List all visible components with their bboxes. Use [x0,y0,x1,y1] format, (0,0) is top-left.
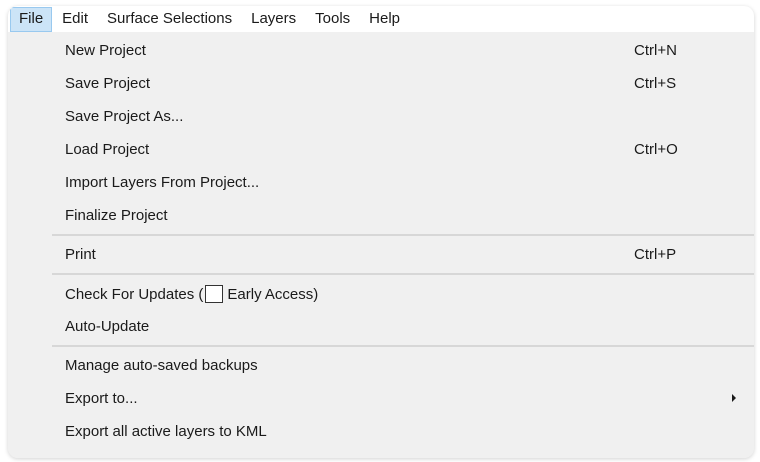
shortcut-text: Ctrl+P [634,246,677,263]
menu-item-save-project[interactable]: Save Project Ctrl+S [8,67,754,100]
menu-item-new-project[interactable]: New Project Ctrl+N [8,34,754,67]
menu-tools[interactable]: Tools [306,7,359,32]
file-dropdown-menu: New Project Ctrl+N Save Project Ctrl+S S… [8,34,754,458]
menu-separator [52,273,754,275]
menu-item-label: Auto-Update [65,318,150,335]
chevron-right-icon [732,394,736,402]
menu-item-label: Save Project As... [65,108,184,125]
menu-layers[interactable]: Layers [242,7,305,32]
shortcut-text: Ctrl+O [634,141,678,158]
menu-item-export-kml[interactable]: Export all active layers to KML [8,415,754,448]
menu-item-check-for-updates[interactable]: Check For Updates ( Early Access) [8,277,754,310]
early-access-label: Early Access) [227,285,319,303]
menu-separator [52,345,754,347]
menu-item-print[interactable]: Print Ctrl+P [8,238,754,271]
menu-item-label: New Project [65,42,146,59]
menu-item-load-project[interactable]: Load Project Ctrl+O [8,133,754,166]
menu-item-label: Load Project [65,141,150,158]
menu-item-label: Manage auto-saved backups [65,357,258,374]
menu-item-save-project-as[interactable]: Save Project As... [8,100,754,133]
menu-item-label: Export all active layers to KML [65,423,267,440]
menu-item-auto-update[interactable]: Auto-Update [8,310,754,343]
menu-item-manage-backups[interactable]: Manage auto-saved backups [8,349,754,382]
menu-item-label: Export to... [65,390,138,407]
menu-edit[interactable]: Edit [53,7,97,32]
menu-bar: File Edit Surface Selections Layers Tool… [8,6,754,32]
check-updates-label: Check For Updates ( [65,285,204,303]
menu-help[interactable]: Help [360,7,409,32]
menu-item-label: Check For Updates ( Early Access) [65,284,724,303]
menu-item-label: Print [65,246,96,263]
menu-surface-selections[interactable]: Surface Selections [98,7,241,32]
early-access-checkbox[interactable] [205,284,224,303]
app-window: File Edit Surface Selections Layers Tool… [8,6,754,458]
menu-item-label: Finalize Project [65,207,168,224]
shortcut-text: Ctrl+N [634,42,677,59]
menu-item-import-layers[interactable]: Import Layers From Project... [8,166,754,199]
menu-separator [52,234,754,236]
menu-item-label: Save Project [65,75,151,92]
menu-item-finalize-project[interactable]: Finalize Project [8,199,754,232]
menu-file[interactable]: File [10,6,53,32]
shortcut-text: Ctrl+S [634,75,677,92]
menu-item-label: Import Layers From Project... [65,174,260,191]
menu-item-export-to[interactable]: Export to... [8,382,754,415]
